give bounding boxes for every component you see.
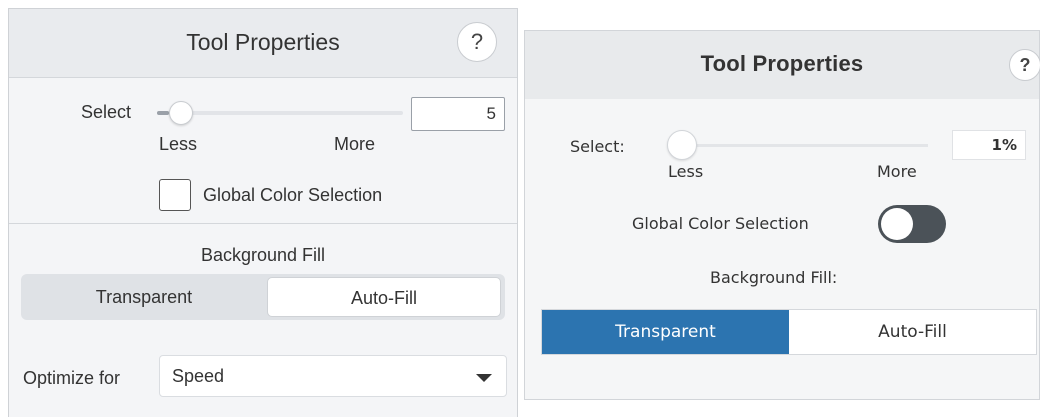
- background-fill-segmented-control: Transparent Auto-Fill: [21, 274, 505, 320]
- tool-properties-panel-left: Tool Properties ? Select Less More Globa…: [8, 8, 518, 417]
- section-divider: [9, 223, 517, 224]
- auto-fill-option[interactable]: Auto-Fill: [267, 277, 501, 317]
- select-label: Select: [81, 102, 132, 122]
- toggle-knob: [881, 208, 913, 240]
- auto-fill-option[interactable]: Auto-Fill: [789, 310, 1036, 354]
- slider-more-label: More: [334, 134, 376, 154]
- background-fill-segmented-control: Transparent Auto-Fill: [541, 309, 1037, 355]
- chevron-down-icon: [476, 374, 492, 382]
- tool-properties-panel-right: Tool Properties ? Select: Less More Glob…: [524, 30, 1040, 400]
- select-value-input[interactable]: [952, 130, 1026, 160]
- panel-title: Tool Properties: [186, 29, 340, 55]
- global-color-selection-checkbox[interactable]: [159, 179, 191, 211]
- global-color-selection-label: Global Color Selection: [203, 185, 383, 205]
- panel-header: Tool Properties ?: [525, 31, 1040, 99]
- optimize-for-dropdown[interactable]: Speed: [159, 355, 507, 397]
- transparent-option[interactable]: Transparent: [542, 310, 789, 354]
- select-slider-fill: [157, 111, 170, 115]
- select-value-input[interactable]: [411, 97, 505, 131]
- slider-less-label: Less: [668, 162, 704, 181]
- help-button[interactable]: ?: [457, 22, 497, 62]
- select-slider-track[interactable]: [680, 144, 928, 147]
- background-fill-label: Background Fill: [200, 245, 326, 265]
- select-slider-track[interactable]: [157, 111, 403, 115]
- select-label: Select:: [570, 137, 625, 156]
- question-mark-icon: ?: [470, 29, 484, 54]
- global-color-selection-toggle[interactable]: [878, 205, 946, 243]
- slider-more-label: More: [877, 162, 917, 181]
- select-slider-thumb[interactable]: [169, 101, 194, 125]
- question-mark-icon: ?: [1019, 55, 1031, 75]
- global-color-selection-label: Global Color Selection: [632, 214, 809, 233]
- panel-title: Tool Properties: [700, 51, 864, 76]
- background-fill-label: Background Fill:: [710, 268, 838, 287]
- help-button[interactable]: ?: [1009, 49, 1040, 81]
- panel-header: Tool Properties ?: [9, 9, 517, 78]
- transparent-option[interactable]: Transparent: [25, 277, 263, 317]
- slider-less-label: Less: [159, 134, 198, 154]
- optimize-for-label: Optimize for: [23, 368, 121, 388]
- optimize-for-value: Speed: [172, 366, 225, 386]
- select-slider-thumb[interactable]: [667, 130, 698, 160]
